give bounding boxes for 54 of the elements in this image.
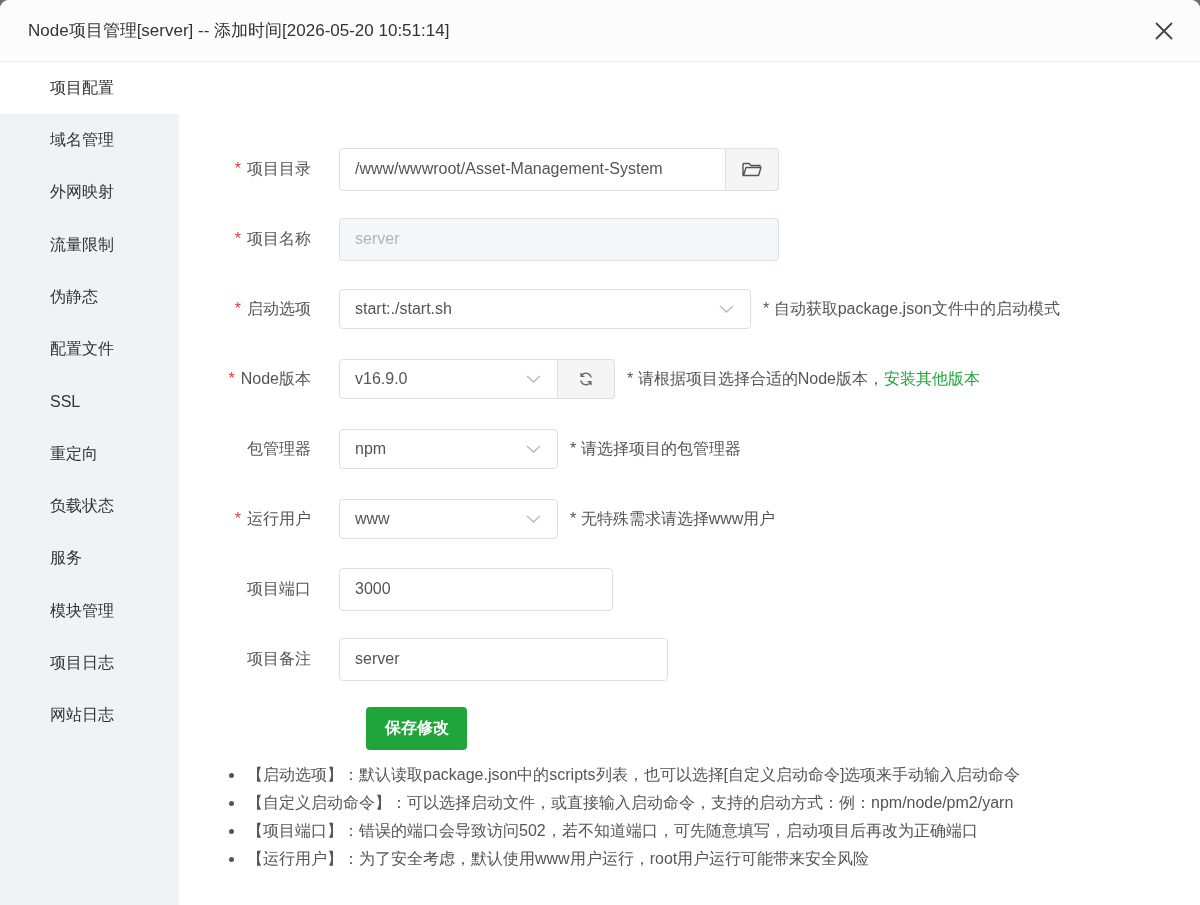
note-text: 【自定义启动命令】：可以选择启动文件，或直接输入启动命令，支持的启动方式：例：npm/node/pm2/yarn [247, 792, 1014, 813]
field-label: 项目备注 [247, 648, 311, 669]
chevron-down-icon [526, 515, 541, 523]
field-label: 项目目录 [247, 158, 311, 179]
bullet-icon [229, 856, 234, 862]
field-label: Node版本 [240, 368, 311, 389]
bullet-icon [229, 772, 234, 778]
sidebar-item[interactable]: 项目配置 [0, 62, 179, 115]
folder-icon [742, 161, 762, 177]
input-field[interactable]: /www/wwwroot/Asset-Management-System [339, 147, 726, 191]
sidebar-item[interactable]: 服务 [0, 532, 179, 585]
required-mark: * [234, 300, 241, 318]
hint-text: * 自动获取package.json文件中的启动模式 [763, 298, 1060, 319]
sidebar-item[interactable]: SSL [0, 375, 179, 429]
sidebar-item[interactable]: 流量限制 [0, 218, 179, 272]
bullet-icon [229, 800, 234, 806]
bullet-icon [229, 828, 234, 834]
required-mark: * [234, 510, 241, 528]
input-field[interactable]: server [339, 637, 668, 681]
sidebar-item[interactable]: 配置文件 [0, 323, 179, 376]
sidebar-item[interactable]: 外网映射 [0, 166, 179, 219]
field-label: 启动选项 [247, 298, 311, 319]
refresh-icon [579, 372, 593, 386]
select-field[interactable]: start:./start.sh [339, 289, 751, 329]
hint-text: * 请选择项目的包管理器 [570, 438, 741, 459]
chevron-down-icon [526, 445, 541, 453]
select-field[interactable]: v16.9.0 [339, 359, 558, 399]
dialog-title: Node项目管理[server] -- 添加时间[2026-05-20 10:51:14] [28, 20, 450, 42]
hint-text: * 请根据项目选择合适的Node版本， [627, 368, 884, 389]
note-text: 【运行用户】：为了安全考虑，默认使用www用户运行，root用户运行可能带来安全风险 [247, 848, 870, 869]
field-label: 项目端口 [247, 578, 311, 599]
select-field[interactable]: www [339, 499, 558, 539]
field-label: 运行用户 [247, 508, 311, 529]
sidebar-item[interactable]: 负载状态 [0, 480, 179, 533]
required-mark: * [234, 230, 241, 248]
chevron-down-icon [526, 375, 541, 383]
field-label: 包管理器 [247, 438, 311, 459]
note-text: 【项目端口】：错误的端口会导致访问502，若不知道端口，可先随意填写，启动项目后再改为正确端口 [247, 820, 978, 841]
browse-button[interactable] [726, 147, 779, 191]
hint-text: * 无特殊需求请选择www用户 [570, 508, 776, 529]
sidebar-item[interactable]: 域名管理 [0, 114, 179, 167]
note-text: 【启动选项】：默认读取package.json中的scripts列表，也可以选择[自定义启动命令]选项来手动输入启动命令 [247, 764, 1021, 785]
chevron-down-icon [719, 305, 734, 313]
sidebar-item[interactable]: 重定向 [0, 428, 179, 481]
sidebar-item[interactable]: 伪静态 [0, 271, 179, 324]
close-icon [1155, 21, 1173, 40]
input-field[interactable]: 3000 [339, 567, 613, 611]
sidebar-item[interactable]: 项目日志 [0, 637, 179, 690]
select-field[interactable]: npm [339, 429, 558, 469]
sidebar-item[interactable]: 模块管理 [0, 584, 179, 638]
sidebar-item[interactable]: 网站日志 [0, 689, 179, 742]
required-mark: * [228, 370, 235, 388]
field-label: 项目名称 [247, 228, 311, 249]
required-mark: * [234, 160, 241, 178]
